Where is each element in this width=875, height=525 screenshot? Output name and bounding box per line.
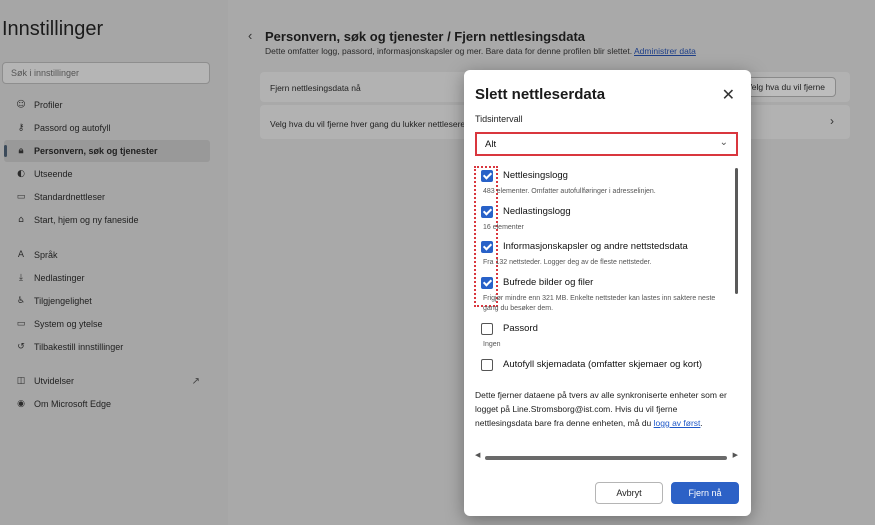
chevron-down-icon: ⌄ bbox=[719, 137, 728, 148]
sidebar-item-label: Standardnettleser bbox=[34, 192, 106, 202]
edge-icon: ◉ bbox=[17, 399, 25, 409]
time-range-select[interactable]: Alt ⌄ bbox=[475, 132, 738, 156]
time-range-label: Tidsintervall bbox=[475, 114, 523, 124]
sidebar-item-appearance[interactable]: ◐ Utseende bbox=[4, 163, 210, 185]
page-description: Dette omfatter logg, passord, informasjo… bbox=[265, 46, 696, 56]
close-icon[interactable]: ✕ bbox=[722, 85, 735, 105]
option-title: Nettlesingslogg bbox=[503, 170, 568, 181]
option-title: Passord bbox=[503, 323, 538, 334]
sidebar-item-profiles[interactable]: ☺ Profiler bbox=[4, 94, 210, 116]
sidebar-item-label: Utseende bbox=[34, 169, 73, 179]
checkbox-cookies[interactable] bbox=[481, 241, 493, 253]
sidebar-item-about[interactable]: ◉ Om Microsoft Edge bbox=[4, 393, 210, 415]
sidebar-item-system[interactable]: ▭ System og ytelse bbox=[4, 313, 210, 335]
sync-note-end: . bbox=[700, 418, 703, 428]
scrollbar-thumb[interactable] bbox=[485, 456, 727, 460]
clear-now-label: Fjern nettlesingsdata nå bbox=[270, 83, 361, 93]
option-description: 483 elementer. Omfatter autofullføringer… bbox=[483, 188, 656, 195]
checkbox-browsing-history[interactable] bbox=[481, 170, 493, 182]
external-link-icon: ↗ bbox=[191, 375, 200, 387]
clear-on-close-label: Velg hva du vil fjerne hver gang du lukk… bbox=[270, 119, 470, 129]
sidebar-item-label: System og ytelse bbox=[34, 319, 103, 329]
cancel-button[interactable]: Avbryt bbox=[595, 482, 663, 504]
option-title: Autofyll skjemadata (omfatter skjemaer o… bbox=[503, 359, 703, 370]
checkbox-cached-files[interactable] bbox=[481, 277, 493, 289]
checkbox-autofill[interactable] bbox=[481, 359, 493, 371]
settings-search-input[interactable]: Søk i innstillinger bbox=[2, 62, 210, 84]
laptop-icon: ▭ bbox=[16, 319, 26, 329]
sidebar-item-label: Om Microsoft Edge bbox=[34, 399, 112, 409]
person-icon: ☺ bbox=[16, 100, 26, 110]
sidebar-item-accessibility[interactable]: ♿︎ Tilgjengelighet bbox=[4, 290, 210, 312]
sidebar-item-label: Nedlastinger bbox=[34, 273, 85, 283]
sidebar-item-label: Språk bbox=[34, 250, 58, 260]
sidebar-item-default-browser[interactable]: ▭ Standardnettleser bbox=[4, 186, 210, 208]
sidebar-item-label: Profiler bbox=[34, 100, 63, 110]
accessibility-icon: ♿︎ bbox=[16, 296, 26, 306]
sidebar-item-start-home[interactable]: ⌂ Start, hjem og ny faneside bbox=[4, 209, 210, 231]
key-icon: ⚷ bbox=[17, 123, 25, 133]
scroll-left-icon[interactable]: ◀ bbox=[475, 451, 480, 459]
time-range-value: Alt bbox=[485, 139, 497, 150]
sidebar-item-downloads[interactable]: ⤓ Nedlastinger bbox=[4, 267, 210, 289]
option-title: Informasjonskapsler og andre nettstedsda… bbox=[503, 241, 688, 252]
horizontal-scrollbar[interactable]: ◀ ▶ bbox=[475, 451, 738, 463]
checkbox-download-history[interactable] bbox=[481, 206, 493, 218]
chevron-right-icon: › bbox=[830, 114, 834, 128]
reset-icon: ↺ bbox=[17, 342, 25, 352]
download-icon: ⤓ bbox=[19, 273, 23, 283]
option-title: Bufrede bilder og filer bbox=[503, 277, 594, 288]
sidebar-item-privacy[interactable]: 🔒︎ Personvern, søk og tjenester bbox=[4, 140, 210, 162]
option-description: Fra 132 nettsteder. Logger deg av de fle… bbox=[483, 259, 652, 266]
back-arrow-icon[interactable]: ‹ bbox=[248, 28, 252, 43]
settings-sidebar: Innstillinger Søk i innstillinger ☺ Prof… bbox=[0, 0, 228, 525]
clear-now-button[interactable]: Fjern nå bbox=[671, 482, 739, 504]
option-description: 16 elementer bbox=[483, 224, 524, 231]
sidebar-item-label: Tilgjengelighet bbox=[34, 296, 92, 306]
dialog-title: Slett nettleserdata bbox=[475, 86, 606, 103]
sidebar-item-label: Tilbakestill innstillinger bbox=[34, 342, 124, 352]
sidebar-item-label: Utvidelser bbox=[34, 376, 75, 386]
checkbox-passwords[interactable] bbox=[481, 323, 493, 335]
sidebar-item-extensions[interactable]: ◫ Utvidelser ↗ bbox=[4, 370, 210, 392]
option-title: Nedlastingslogg bbox=[503, 206, 571, 217]
language-icon: A bbox=[17, 250, 25, 260]
sidebar-item-label: Start, hjem og ny faneside bbox=[34, 215, 139, 225]
sidebar-item-languages[interactable]: A Språk bbox=[4, 244, 210, 266]
option-description: Frigjør mindre enn 321 MB. Enkelte netts… bbox=[483, 295, 716, 312]
puzzle-icon: ◫ bbox=[16, 376, 26, 386]
lock-icon: 🔒︎ bbox=[18, 146, 24, 156]
scroll-right-icon[interactable]: ▶ bbox=[733, 451, 738, 459]
sidebar-title: Innstillinger bbox=[2, 18, 104, 40]
vertical-scrollbar[interactable] bbox=[735, 168, 738, 294]
home-icon: ⌂ bbox=[18, 215, 24, 225]
breadcrumb: Personvern, søk og tjenester / Fjern net… bbox=[265, 29, 586, 44]
sidebar-item-passwords[interactable]: ⚷ Passord og autofyll bbox=[4, 117, 210, 139]
sync-note: Dette fjerner dataene på tvers av alle s… bbox=[475, 388, 730, 430]
sign-out-first-link[interactable]: logg av først bbox=[654, 418, 701, 428]
page-description-text: Dette omfatter logg, passord, informasjo… bbox=[265, 46, 633, 56]
clear-browsing-data-dialog: Slett nettleserdata ✕ Tidsintervall Alt … bbox=[464, 70, 751, 516]
palette-icon: ◐ bbox=[17, 169, 25, 179]
sidebar-item-reset[interactable]: ↺ Tilbakestill innstillinger bbox=[4, 336, 210, 358]
option-description: Ingen bbox=[483, 341, 501, 348]
manage-data-link[interactable]: Administrer data bbox=[634, 46, 696, 56]
sidebar-item-label: Passord og autofyll bbox=[34, 123, 111, 133]
browser-icon: ▭ bbox=[16, 192, 26, 202]
sidebar-item-label: Personvern, søk og tjenester bbox=[34, 146, 158, 156]
